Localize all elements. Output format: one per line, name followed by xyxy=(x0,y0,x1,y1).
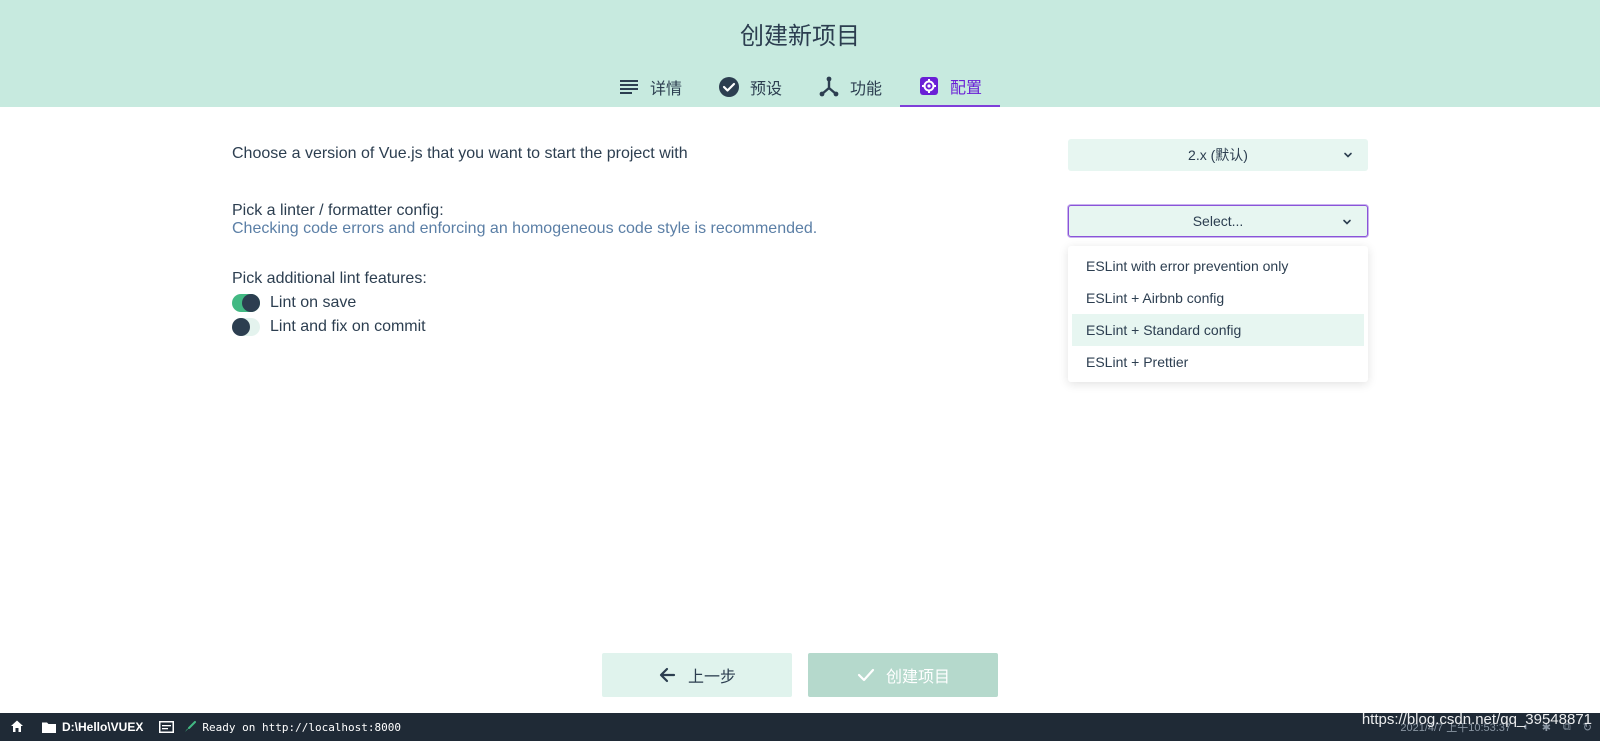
linter-label: Pick a linter / formatter config: xyxy=(232,202,444,219)
lint-fix-on-commit-toggle[interactable]: Lint and fix on commit xyxy=(232,318,426,336)
linter-select-value: Select... xyxy=(1192,213,1244,229)
dropdown-option[interactable]: ESLint + Prettier xyxy=(1072,346,1364,378)
watermark-text: https://blog.csdn.net/qq_39548871 xyxy=(1361,711,1592,728)
dropdown-option[interactable]: ESLint + Airbnb config xyxy=(1072,282,1364,314)
check-icon xyxy=(856,665,876,685)
toggle-label: Lint on save xyxy=(270,294,357,311)
create-project-button[interactable]: 创建项目 xyxy=(808,653,998,697)
toggle-switch[interactable] xyxy=(232,294,260,312)
chevron-down-icon xyxy=(1341,215,1353,227)
log-entry[interactable]: Ready on http://localhost:8000 xyxy=(153,713,407,741)
create-project-button-label: 创建项目 xyxy=(885,667,950,686)
lint-features-label: Pick additional lint features: xyxy=(232,270,427,287)
linter-dropdown: ESLint with error prevention only ESLint… xyxy=(1068,246,1368,382)
brush-icon xyxy=(184,721,197,733)
previous-button[interactable]: 上一步 xyxy=(602,653,792,697)
header-bar: 创建新项目 详情 预设 功能 配置 xyxy=(0,0,1600,107)
dropdown-option[interactable]: ESLint + Standard config xyxy=(1072,314,1364,346)
status-bar: D:\Hello\VUEX Ready on http://localhost:… xyxy=(0,713,1600,741)
list-icon xyxy=(618,76,640,98)
home-icon xyxy=(10,719,24,736)
vue-version-label: Choose a version of Vue.js that you want… xyxy=(232,145,688,162)
vue-version-select[interactable]: 2.x (默认) xyxy=(1068,139,1368,171)
check-circle-icon xyxy=(718,76,740,98)
page-title: 创建新项目 xyxy=(740,22,860,50)
linter-select[interactable]: Select... xyxy=(1068,205,1368,237)
folder-icon xyxy=(42,721,56,733)
gear-icon xyxy=(918,75,940,97)
tab-label: 配置 xyxy=(950,77,983,97)
tab-presets[interactable]: 预设 xyxy=(700,66,800,107)
toggle-knob xyxy=(232,318,250,336)
chevron-down-icon xyxy=(1342,148,1354,160)
tab-features[interactable]: 功能 xyxy=(800,66,900,107)
linter-description: Checking code errors and enforcing an ho… xyxy=(232,220,818,237)
toggle-knob xyxy=(242,294,260,312)
step-tabs: 详情 预设 功能 配置 xyxy=(0,66,1600,107)
tab-label: 预设 xyxy=(749,78,782,98)
previous-button-label: 上一步 xyxy=(687,667,736,686)
tab-configuration[interactable]: 配置 xyxy=(900,66,1001,107)
folder-path: D:\Hello\VUEX xyxy=(62,720,144,734)
toggle-switch[interactable] xyxy=(232,318,260,336)
log-text: Ready on http://localhost:8000 xyxy=(202,720,402,734)
current-folder[interactable]: D:\Hello\VUEX xyxy=(32,713,153,741)
fork-icon xyxy=(818,76,840,98)
home-button[interactable] xyxy=(0,713,32,741)
console-icon xyxy=(159,721,175,733)
arrow-left-icon xyxy=(658,665,678,685)
tab-details[interactable]: 详情 xyxy=(600,66,700,107)
vue-version-value: 2.x (默认) xyxy=(1188,147,1248,163)
toggle-label: Lint and fix on commit xyxy=(270,318,426,335)
dropdown-option[interactable]: ESLint with error prevention only xyxy=(1072,250,1364,282)
tab-label: 详情 xyxy=(649,78,682,98)
lint-on-save-toggle[interactable]: Lint on save xyxy=(232,294,356,312)
tab-label: 功能 xyxy=(850,78,883,98)
